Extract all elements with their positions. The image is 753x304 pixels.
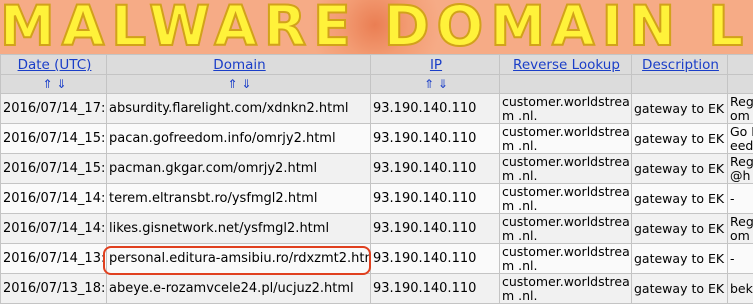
- cell-description: gateway to EK: [632, 124, 728, 154]
- cell-domain: abeye.e-rozamvcele24.pl/ucjuz2.html: [107, 274, 371, 304]
- cell-description: gateway to EK: [632, 184, 728, 214]
- sort-link-reverse-lookup[interactable]: Reverse Lookup: [513, 57, 620, 73]
- cell-domain: terem.eltransbt.ro/ysfmgl2.html: [107, 184, 371, 214]
- cell-date: 2016/07/14_14:20: [1, 184, 107, 214]
- banner: MALWARE DOMAIN LIST: [0, 0, 753, 54]
- cell-extra: Regi 4@h: [728, 154, 753, 184]
- header-row: Date (UTC) Domain IP Reverse Lookup Desc…: [1, 55, 753, 75]
- cell-reverse-lookup: customer.worldstream .nl.: [500, 244, 632, 274]
- header-extra: [728, 55, 753, 75]
- sort-arrows-ip: ⇑ ⇓: [371, 75, 500, 94]
- header-ip: IP: [371, 55, 500, 75]
- banner-title: MALWARE DOMAIN LIST: [0, 0, 753, 54]
- sort-arrows-date: ⇑ ⇓: [1, 75, 107, 94]
- sort-arrows-reverse: [500, 75, 632, 94]
- cell-ip: 93.190.140.110: [371, 94, 500, 124]
- sort-arrows-icon[interactable]: ⇑ ⇓: [228, 77, 252, 91]
- cell-ip: 93.190.140.110: [371, 274, 500, 304]
- cell-description: gateway to EK: [632, 154, 728, 184]
- cell-reverse-lookup: customer.worldstream .nl.: [500, 94, 632, 124]
- sort-arrows-icon[interactable]: ⇑ ⇓: [43, 77, 67, 91]
- cell-date: 2016/07/14_14:15: [1, 214, 107, 244]
- table-row: 2016/07/14_14:20terem.eltransbt.ro/ysfmg…: [1, 184, 753, 214]
- sort-link-ip[interactable]: IP: [430, 57, 442, 73]
- sort-arrows-extra: [728, 75, 753, 94]
- highlight-box: [103, 246, 371, 275]
- cell-domain: likes.gisnetwork.net/ysfmgl2.html: [107, 214, 371, 244]
- table-row: 2016/07/13_18:20abeye.e-rozamvcele24.pl/…: [1, 274, 753, 304]
- sort-link-description[interactable]: Description: [642, 57, 719, 73]
- cell-date: 2016/07/14_13:10: [1, 244, 107, 274]
- cell-description: gateway to EK: [632, 214, 728, 244]
- sort-arrows-icon[interactable]: ⇑ ⇓: [424, 77, 448, 91]
- table-row: 2016/07/14_14:15likes.gisnetwork.net/ysf…: [1, 214, 753, 244]
- cell-reverse-lookup: customer.worldstream .nl.: [500, 124, 632, 154]
- table-row: 2016/07/14_15:35pacan.gofreedom.info/omr…: [1, 124, 753, 154]
- cell-ip: 93.190.140.110: [371, 184, 500, 214]
- cell-description: gateway to EK: [632, 244, 728, 274]
- cell-ip: 93.190.140.110: [371, 154, 500, 184]
- sort-arrows-description: [632, 75, 728, 94]
- cell-extra: bekd: [728, 274, 753, 304]
- cell-reverse-lookup: customer.worldstream .nl.: [500, 154, 632, 184]
- sort-arrows-row: ⇑ ⇓ ⇑ ⇓ ⇑ ⇓: [1, 75, 753, 94]
- cell-reverse-lookup: customer.worldstream .nl.: [500, 274, 632, 304]
- cell-date: 2016/07/14_17:25: [1, 94, 107, 124]
- cell-extra: Regi dom: [728, 214, 753, 244]
- cell-extra: -: [728, 184, 753, 214]
- cell-domain: absurdity.flarelight.com/xdnkn2.html: [107, 94, 371, 124]
- cell-ip: 93.190.140.110: [371, 244, 500, 274]
- header-description: Description: [632, 55, 728, 75]
- header-date: Date (UTC): [1, 55, 107, 75]
- cell-reverse-lookup: customer.worldstream .nl.: [500, 184, 632, 214]
- sort-link-domain[interactable]: Domain: [213, 57, 265, 73]
- header-reverse-lookup: Reverse Lookup: [500, 55, 632, 75]
- table-row: 2016/07/14_15:30pacman.gkgar.com/omrjy2.…: [1, 154, 753, 184]
- header-domain: Domain: [107, 55, 371, 75]
- cell-date: 2016/07/14_15:30: [1, 154, 107, 184]
- cell-ip: 93.190.140.110: [371, 214, 500, 244]
- cell-ip: 93.190.140.110: [371, 124, 500, 154]
- cell-description: gateway to EK: [632, 94, 728, 124]
- sort-link-date[interactable]: Date (UTC): [18, 57, 92, 73]
- cell-domain: pacman.gkgar.com/omrjy2.html: [107, 154, 371, 184]
- cell-extra: -: [728, 244, 753, 274]
- cell-extra: Regi dom: [728, 94, 753, 124]
- cell-reverse-lookup: customer.worldstream .nl.: [500, 214, 632, 244]
- cell-domain: pacan.gofreedom.info/omrjy2.html: [107, 124, 371, 154]
- cell-date: 2016/07/14_15:35: [1, 124, 107, 154]
- cell-date: 2016/07/13_18:20: [1, 274, 107, 304]
- cell-extra: Go F freed: [728, 124, 753, 154]
- sort-arrows-domain: ⇑ ⇓: [107, 75, 371, 94]
- cell-description: gateway to EK: [632, 274, 728, 304]
- table-row: 2016/07/14_17:25absurdity.flarelight.com…: [1, 94, 753, 124]
